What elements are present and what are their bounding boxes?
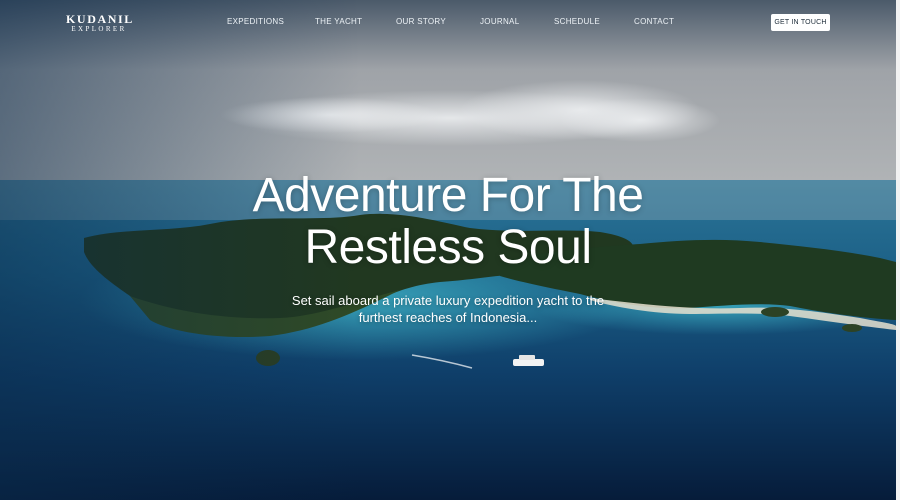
nav-link-schedule[interactable]: SCHEDULE <box>554 17 600 26</box>
page-scrollbar[interactable] <box>896 0 900 500</box>
brand-logo[interactable]: KUDANIL EXPLORER <box>66 12 134 34</box>
hero-subtitle: Set sail aboard a private luxury expedit… <box>290 292 606 326</box>
get-in-touch-button[interactable]: GET IN TOUCH <box>771 14 830 31</box>
top-navigation: KUDANIL EXPLORER EXPEDITIONS THE YACHT O… <box>0 0 896 46</box>
hero-headline-line-2: Restless Soul <box>304 221 592 274</box>
hero-subtitle-line-1: Set sail aboard a private luxury expedit… <box>291 293 605 308</box>
nav-link-contact[interactable]: CONTACT <box>634 17 674 26</box>
nav-link-expeditions[interactable]: EXPEDITIONS <box>227 17 284 26</box>
brand-tagline: EXPLORER <box>71 25 127 33</box>
hero-subtitle-line-2: furthest reaches of Indonesia... <box>358 310 538 325</box>
nav-link-the-yacht[interactable]: THE YACHT <box>315 17 362 26</box>
hero-section: KUDANIL EXPLORER EXPEDITIONS THE YACHT O… <box>0 0 900 500</box>
hero-headline-line-1: Adventure For The <box>252 169 644 222</box>
hero-headline: Adventure For The Restless Soul <box>0 170 896 274</box>
nav-link-our-story[interactable]: OUR STORY <box>396 17 446 26</box>
nav-link-journal[interactable]: JOURNAL <box>480 17 519 26</box>
brand-name: KUDANIL <box>66 12 134 26</box>
